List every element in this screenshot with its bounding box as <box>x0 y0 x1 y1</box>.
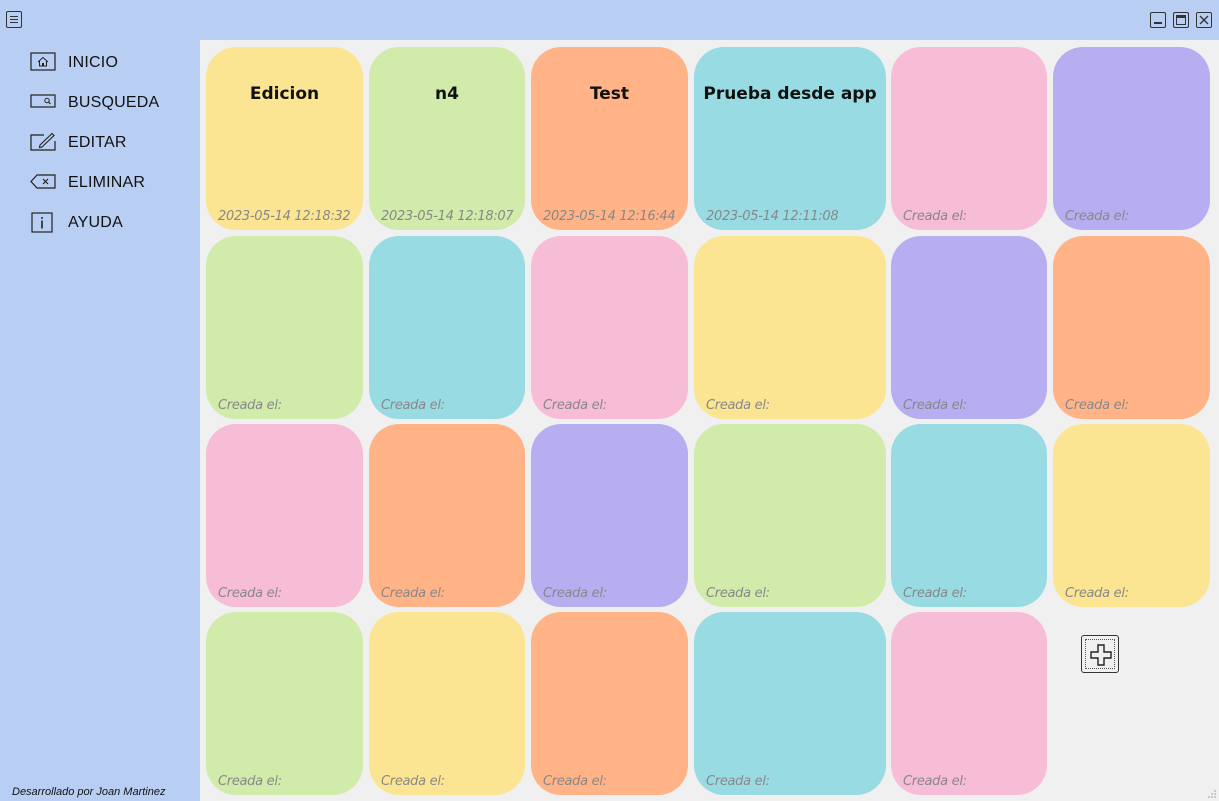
sidebar-item-label: BUSQUEDA <box>68 94 160 111</box>
edit-icon <box>30 132 56 151</box>
home-icon <box>30 52 56 71</box>
note-date: Creada el: <box>706 586 770 601</box>
note-card[interactable]: Creada el: <box>891 236 1047 419</box>
note-date: Creada el: <box>706 774 770 789</box>
developer-credit: Desarrollado por Joan Martinez <box>12 786 166 798</box>
note-card[interactable]: Test 2023-05-14 12:16:44 <box>531 47 688 230</box>
title-bar <box>0 0 1219 40</box>
note-date: Creada el: <box>218 586 282 601</box>
sidebar-item-label: INICIO <box>68 54 119 71</box>
note-date: Creada el: <box>1065 398 1129 413</box>
note-card[interactable]: Creada el: <box>891 612 1047 795</box>
note-card[interactable]: Prueba desde app 2023-05-14 12:11:08 <box>694 47 886 230</box>
note-card[interactable]: Creada el: <box>206 424 363 607</box>
note-card[interactable]: Creada el: <box>891 424 1047 607</box>
close-icon[interactable] <box>1196 12 1212 28</box>
note-date: 2023-05-14 12:18:32 <box>218 209 351 224</box>
note-date: Creada el: <box>543 774 607 789</box>
resize-grip-icon[interactable] <box>1207 789 1217 799</box>
note-title: Prueba desde app <box>703 84 877 104</box>
note-card[interactable]: Creada el: <box>206 612 363 795</box>
info-icon <box>31 212 53 233</box>
note-card[interactable]: Creada el: <box>694 236 886 419</box>
note-card[interactable]: Creada el: <box>369 424 525 607</box>
note-date: Creada el: <box>543 586 607 601</box>
sidebar-item-eliminar[interactable]: ELIMINAR <box>30 172 195 202</box>
note-date: Creada el: <box>903 586 967 601</box>
sidebar-item-label: AYUDA <box>68 214 123 231</box>
note-date: Creada el: <box>903 774 967 789</box>
note-date: 2023-05-14 12:16:44 <box>543 209 676 224</box>
sidebar-item-busqueda[interactable]: BUSQUEDA <box>30 92 195 122</box>
note-title: Edicion <box>249 84 320 104</box>
note-card[interactable]: Creada el: <box>1053 424 1210 607</box>
sidebar-item-label: EDITAR <box>68 134 127 151</box>
sidebar: INICIO BUSQUEDA EDITAR ELIMINAR AYUDA De… <box>0 40 200 801</box>
note-date: 2023-05-14 12:18:07 <box>381 209 514 224</box>
note-date: Creada el: <box>903 209 967 224</box>
note-date: Creada el: <box>381 774 445 789</box>
note-card[interactable]: Creada el: <box>694 612 886 795</box>
note-date: Creada el: <box>1065 586 1129 601</box>
note-card[interactable]: Creada el: <box>891 47 1047 230</box>
note-date: Creada el: <box>381 398 445 413</box>
delete-icon <box>30 174 56 189</box>
note-date: Creada el: <box>903 398 967 413</box>
note-card[interactable]: Creada el: <box>206 236 363 419</box>
note-date: Creada el: <box>381 586 445 601</box>
note-card[interactable]: Creada el: <box>531 236 688 419</box>
search-icon <box>30 94 56 108</box>
hamburger-menu-icon[interactable] <box>6 11 22 28</box>
note-date: Creada el: <box>218 398 282 413</box>
note-date: Creada el: <box>543 398 607 413</box>
plus-icon <box>1090 644 1112 666</box>
sidebar-item-ayuda[interactable]: AYUDA <box>30 212 195 242</box>
sidebar-item-inicio[interactable]: INICIO <box>30 52 195 82</box>
note-card[interactable]: Creada el: <box>1053 47 1210 230</box>
note-card[interactable]: Creada el: <box>369 612 525 795</box>
sidebar-item-editar[interactable]: EDITAR <box>30 132 195 162</box>
note-card[interactable]: Edicion 2023-05-14 12:18:32 <box>206 47 363 230</box>
note-title: n4 <box>435 84 459 104</box>
note-date: 2023-05-14 12:11:08 <box>706 209 839 224</box>
sidebar-item-label: ELIMINAR <box>68 174 146 191</box>
note-card[interactable]: Creada el: <box>531 424 688 607</box>
maximize-icon[interactable] <box>1173 12 1189 28</box>
add-note-button[interactable] <box>1081 635 1119 673</box>
minimize-icon[interactable] <box>1150 12 1166 28</box>
notes-grid: Edicion 2023-05-14 12:18:32 n4 2023-05-14 1… <box>200 40 1219 801</box>
note-date: Creada el: <box>706 398 770 413</box>
note-card[interactable]: Creada el: <box>369 236 525 419</box>
note-card[interactable]: Creada el: <box>531 612 688 795</box>
note-card[interactable]: n4 2023-05-14 12:18:07 <box>369 47 525 230</box>
note-date: Creada el: <box>1065 209 1129 224</box>
note-title: Test <box>589 84 630 104</box>
note-card[interactable]: Creada el: <box>1053 236 1210 419</box>
note-card[interactable]: Creada el: <box>694 424 886 607</box>
note-date: Creada el: <box>218 774 282 789</box>
